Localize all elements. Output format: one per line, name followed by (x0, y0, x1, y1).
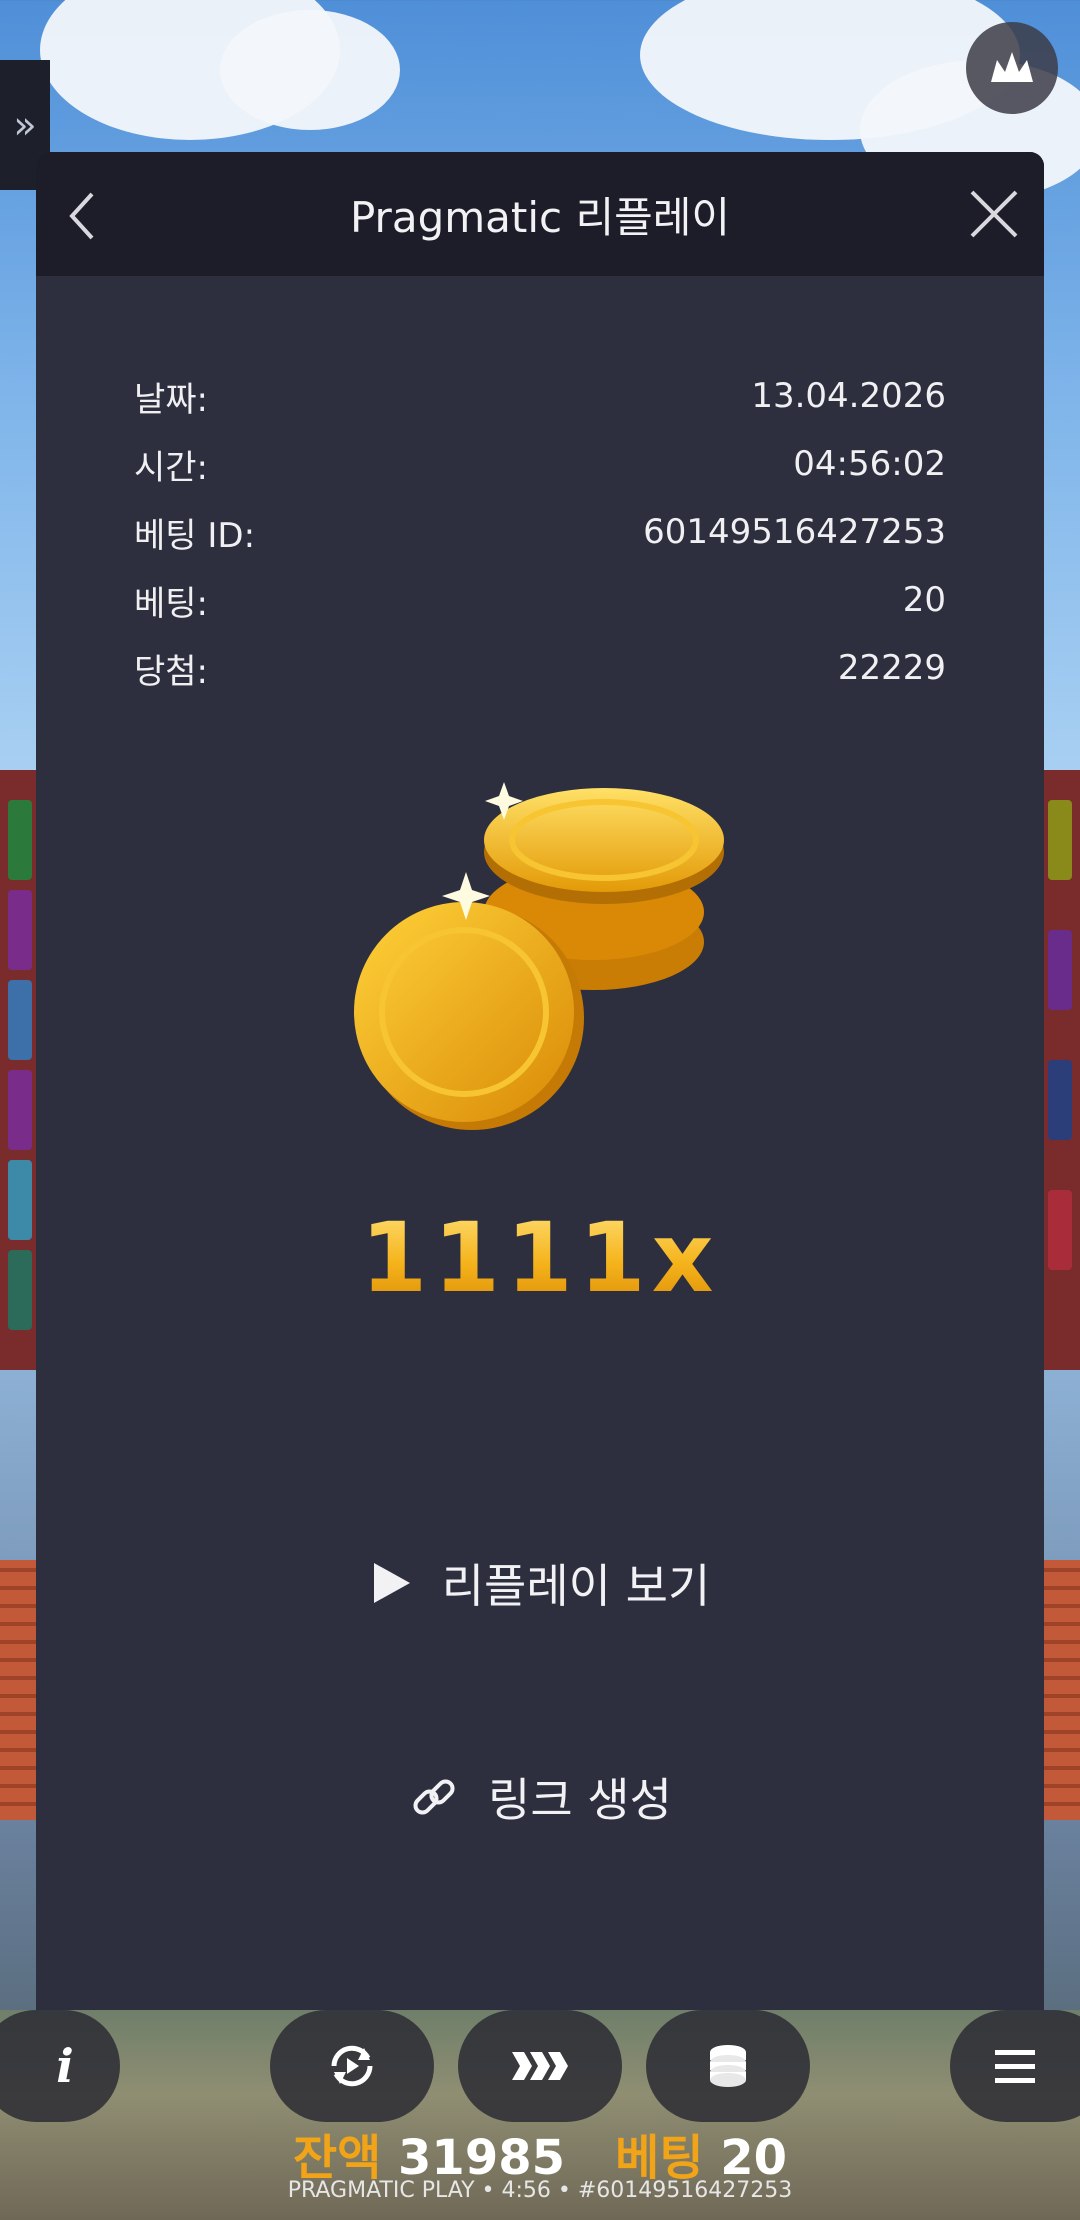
close-button[interactable] (962, 182, 1026, 246)
modal-header: Pragmatic 리플레이 (36, 152, 1044, 276)
bet-label: 베팅: (134, 583, 209, 624)
win-label: 당첨: (134, 651, 209, 692)
modal-title: Pragmatic 리플레이 (349, 192, 731, 242)
win-multiplier: 1111x (36, 1202, 1044, 1314)
back-chevron-icon (69, 192, 94, 240)
info-row-win: 당첨: 22229 (134, 634, 946, 702)
bet-id-value: 60149516427253 (643, 512, 946, 552)
time-value: 04:56:02 (793, 444, 946, 484)
create-link-button[interactable]: 링크 생성 (36, 1752, 1044, 1842)
coins-bet-icon (710, 2045, 746, 2087)
watch-replay-label: 리플레이 보기 (441, 1559, 711, 1613)
crown-button[interactable] (966, 22, 1058, 114)
bet-info: 날짜: 13.04.2026 시간: 04:56:02 베팅 ID: 60149… (134, 362, 946, 702)
play-icon (373, 1563, 410, 1603)
info-row-bet-id: 베팅 ID: 60149516427253 (134, 498, 946, 566)
bet-value: 20 (902, 580, 946, 620)
menu-icon (995, 2050, 1035, 2083)
bottom-controls: i (0, 2010, 1080, 2122)
time-label: 시간: (134, 447, 209, 488)
turbo-icon (512, 2052, 568, 2080)
create-link-label: 링크 생성 (488, 1773, 672, 1827)
link-icon (413, 1779, 455, 1815)
autoplay-button[interactable] (270, 2010, 434, 2122)
date-label: 날짜: (134, 379, 209, 420)
crown-icon (991, 52, 1033, 82)
coin-stack-icon (354, 782, 724, 1130)
menu-button[interactable] (950, 2010, 1080, 2122)
info-row-bet: 베팅: 20 (134, 566, 946, 634)
win-value: 22229 (837, 648, 946, 688)
bet-id-label: 베팅 ID: (134, 515, 256, 556)
info-button[interactable]: i (0, 2010, 120, 2122)
info-row-time: 시간: 04:56:02 (134, 430, 946, 498)
back-button[interactable] (54, 186, 114, 246)
info-icon: i (56, 2039, 74, 2093)
bet-amount-button[interactable] (646, 2010, 810, 2122)
turbo-button[interactable] (458, 2010, 622, 2122)
watch-replay-button[interactable]: 리플레이 보기 (36, 1538, 1044, 1628)
footer-info: PRAGMATIC PLAY • 4:56 • #60149516427253 (287, 2178, 793, 2203)
date-value: 13.04.2026 (751, 376, 946, 416)
close-icon (970, 190, 1018, 238)
info-row-date: 날짜: 13.04.2026 (134, 362, 946, 430)
autoplay-icon (331, 2045, 373, 2087)
double-chevron-right-icon: » (13, 103, 37, 147)
replay-modal: Pragmatic 리플레이 날짜: 13.04.2026 시간: 04:56:… (36, 152, 1044, 2010)
